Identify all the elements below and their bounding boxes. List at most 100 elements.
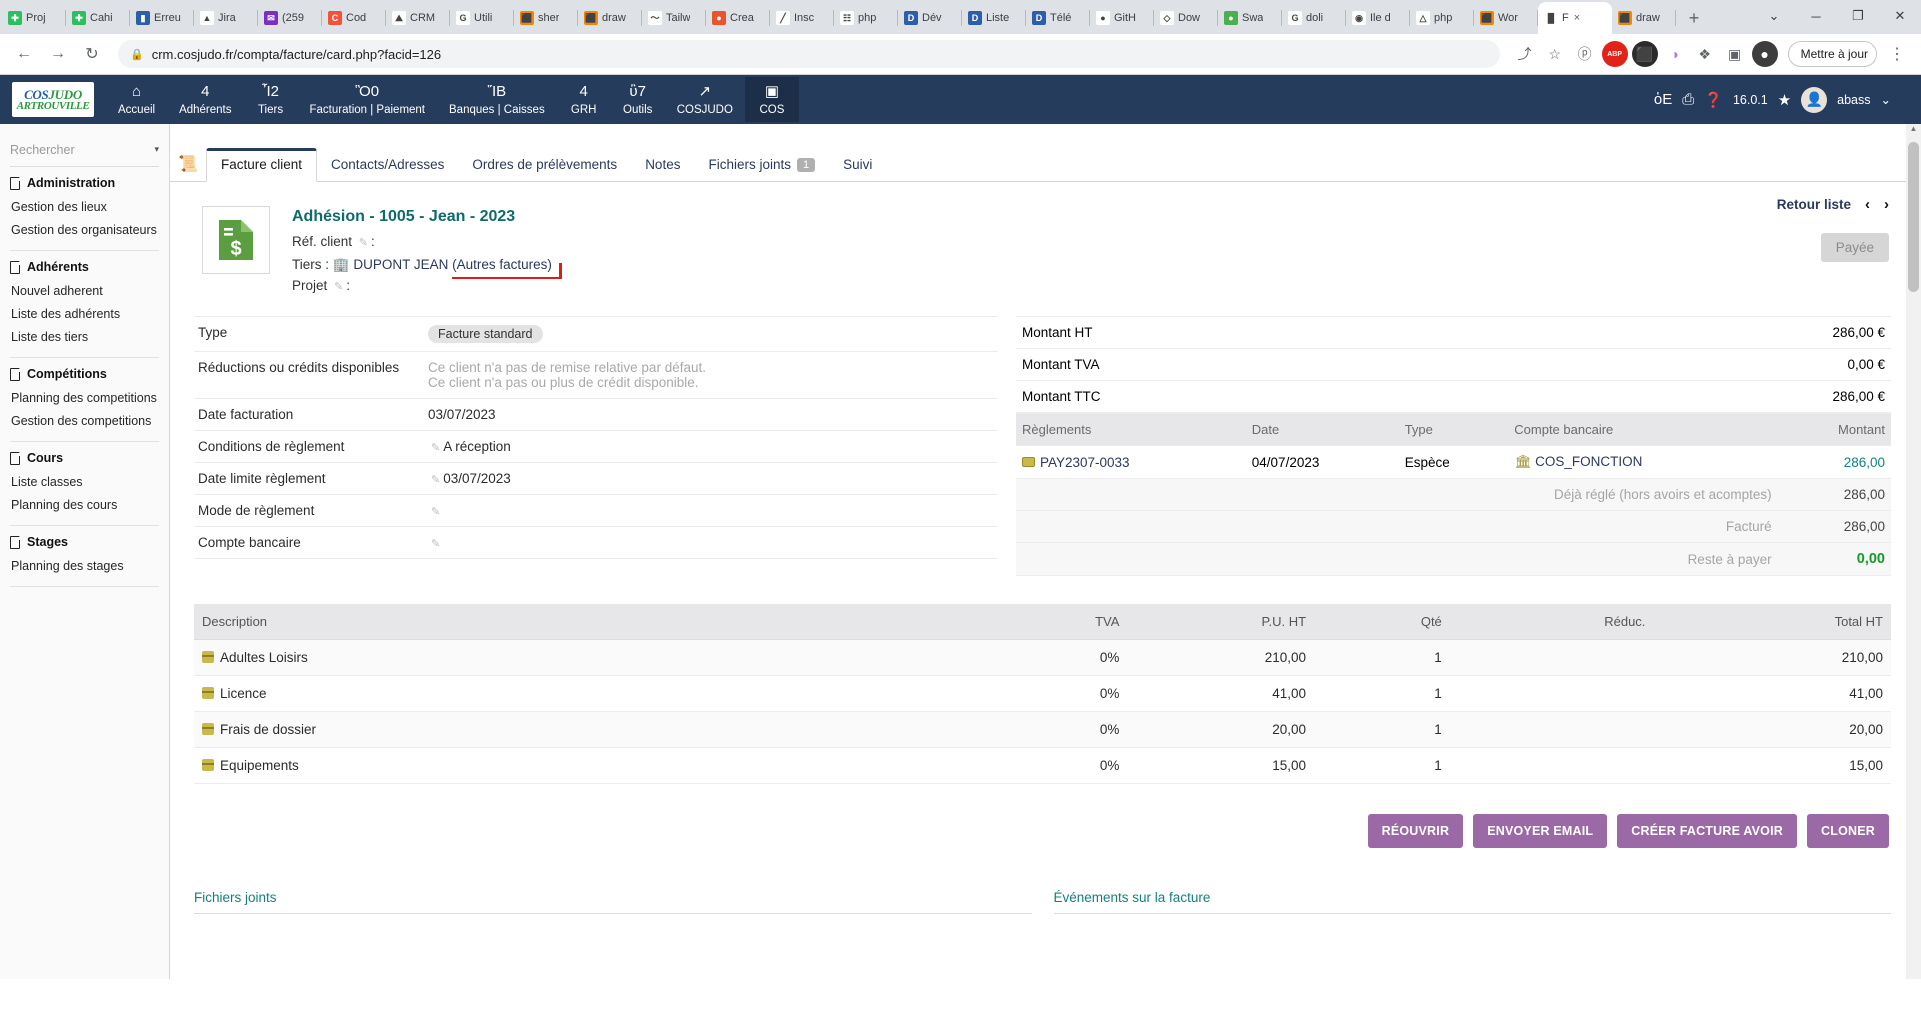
- print-icon[interactable]: ⎙: [1682, 91, 1694, 108]
- browser-tab[interactable]: ⬛ Wor: [1474, 2, 1538, 34]
- nav-item-outils[interactable]: ὒ7 Outils: [611, 77, 665, 122]
- sidebar-item-gestion-des-competitions[interactable]: Gestion des competitions: [10, 410, 159, 433]
- maximize-button[interactable]: ❐: [1837, 2, 1879, 30]
- browser-tab[interactable]: D Télé: [1026, 2, 1090, 34]
- nav-item-banques-caisses[interactable]: ἽB Banques | Caisses: [437, 77, 557, 122]
- tab-ordres-de-pr-l-vements[interactable]: Ordres de prélèvements: [458, 149, 631, 181]
- edit-pencil-icon[interactable]: ✎: [431, 474, 440, 486]
- sidebar-item-planning-des-stages[interactable]: Planning des stages: [10, 555, 159, 578]
- sidebar-item-nouvel-adherent[interactable]: Nouvel adherent: [10, 280, 159, 303]
- minimize-button[interactable]: ─: [1795, 2, 1837, 30]
- réouvrir-button[interactable]: RÉOUVRIR: [1368, 814, 1464, 848]
- sidebar-item-liste-des-tiers[interactable]: Liste des tiers: [10, 326, 159, 349]
- browser-menu-icon[interactable]: ⋮: [1883, 40, 1911, 68]
- browser-tab[interactable]: ▲ Jira: [194, 2, 258, 34]
- sidebar-item-gestion-des-lieux[interactable]: Gestion des lieux: [10, 196, 159, 219]
- profile-avatar-icon[interactable]: ●: [1752, 41, 1778, 67]
- back-icon[interactable]: ←: [10, 40, 38, 68]
- sidebar-item-planning-des-competitions[interactable]: Planning des competitions: [10, 387, 159, 410]
- next-record-icon[interactable]: ›: [1884, 196, 1889, 213]
- autres-factures-link[interactable]: (Autres factures): [452, 257, 552, 272]
- browser-tab[interactable]: 〜 Tailw: [642, 2, 706, 34]
- tab-search-button[interactable]: ⌄: [1753, 2, 1795, 30]
- edit-pencil-icon[interactable]: ✎: [431, 442, 440, 454]
- chevron-down-icon[interactable]: ▾: [154, 144, 159, 155]
- browser-tab[interactable]: D Liste: [962, 2, 1026, 34]
- browser-tab[interactable]: ✚ Proj: [2, 2, 66, 34]
- sidepanel-icon[interactable]: ▣: [1722, 41, 1748, 67]
- adblock-icon[interactable]: ABP: [1602, 41, 1628, 67]
- table-row[interactable]: Equipements 0% 15,00 1 15,00: [194, 748, 1891, 784]
- close-tab-icon[interactable]: ×: [1574, 12, 1580, 24]
- browser-tab[interactable]: ● Crea: [706, 2, 770, 34]
- extensions-puzzle-icon[interactable]: ❖: [1692, 41, 1718, 67]
- créer-facture-avoir-button[interactable]: CRÉER FACTURE AVOIR: [1617, 814, 1797, 848]
- browser-tab[interactable]: ◉ Ile d: [1346, 2, 1410, 34]
- browser-tab[interactable]: ◇ Dow: [1154, 2, 1218, 34]
- table-row[interactable]: Adultes Loisirs 0% 210,00 1 210,00: [194, 640, 1891, 676]
- browser-tab[interactable]: △ php: [1410, 2, 1474, 34]
- evenements-title[interactable]: Événements sur la facture: [1054, 890, 1892, 914]
- browser-tab[interactable]: ☷ php: [834, 2, 898, 34]
- browser-tab[interactable]: ⬛ draw: [1612, 2, 1676, 34]
- browser-tab[interactable]: Gdoli: [1282, 2, 1346, 34]
- help-icon[interactable]: ❓: [1704, 91, 1723, 109]
- bug-icon[interactable]: ὁE: [1654, 91, 1672, 108]
- browser-tab[interactable]: ▮ Erreu: [130, 2, 194, 34]
- tab-fichiers-joints[interactable]: Fichiers joints 1: [694, 149, 829, 181]
- nav-item-grh[interactable]: ὆4 GRH: [557, 77, 611, 122]
- reload-icon[interactable]: ↻: [78, 40, 106, 68]
- bookmark-star-icon[interactable]: ★: [1778, 91, 1791, 109]
- user-menu-caret-icon[interactable]: ⌄: [1881, 92, 1891, 107]
- payment-ref[interactable]: PAY2307-0033: [1040, 455, 1130, 470]
- page-scrollbar[interactable]: ▲: [1906, 124, 1921, 979]
- payment-account[interactable]: COS_FONCTION: [1535, 454, 1642, 469]
- cloner-button[interactable]: CLONER: [1807, 814, 1889, 848]
- extension-lion-icon[interactable]: ⬛: [1632, 41, 1658, 67]
- table-row[interactable]: Licence 0% 41,00 1 41,00: [194, 676, 1891, 712]
- browser-tab[interactable]: ● GitH: [1090, 2, 1154, 34]
- table-row[interactable]: Frais de dossier 0% 20,00 1 20,00: [194, 712, 1891, 748]
- edit-pencil-icon[interactable]: ✎: [334, 281, 343, 293]
- browser-tab[interactable]: ⬛ draw: [578, 2, 642, 34]
- edit-pencil-icon[interactable]: ✎: [359, 237, 368, 249]
- edit-pencil-icon[interactable]: ✎: [431, 506, 440, 518]
- share-icon[interactable]: ⤴: [1512, 41, 1538, 67]
- autres-factures-link-annotated[interactable]: (Autres factures): [452, 254, 552, 275]
- update-browser-button[interactable]: Mettre à jour: [1788, 41, 1877, 67]
- sidebar-item-liste-classes[interactable]: Liste classes: [10, 471, 159, 494]
- envoyer-email-button[interactable]: ENVOYER EMAIL: [1473, 814, 1607, 848]
- forward-icon[interactable]: →: [44, 40, 72, 68]
- app-logo[interactable]: COSJUDO ARTROUVILLE: [12, 82, 94, 117]
- browser-tab[interactable]: G Utili: [450, 2, 514, 34]
- pocket-icon[interactable]: ⓟ: [1572, 41, 1598, 67]
- nav-item-adh-rents[interactable]: ὆4 Adhérents: [167, 77, 243, 122]
- sidebar-item-liste-des-adh-rents[interactable]: Liste des adhérents: [10, 303, 159, 326]
- browser-tab[interactable]: ● Swa: [1218, 2, 1282, 34]
- new-tab-button[interactable]: +: [1680, 4, 1708, 32]
- previous-record-icon[interactable]: ‹: [1865, 196, 1870, 213]
- browser-tab[interactable]: ⛰ CRM: [386, 2, 450, 34]
- nav-item-cosjudo[interactable]: ↗ COSJUDO: [665, 77, 745, 122]
- tab-contacts-adresses[interactable]: Contacts/Adresses: [317, 149, 458, 181]
- avatar[interactable]: 👤: [1801, 87, 1827, 113]
- sidebar-item-planning-des-cours[interactable]: Planning des cours: [10, 494, 159, 517]
- browser-tab[interactable]: D Dév: [898, 2, 962, 34]
- nav-item-accueil[interactable]: ⌂ Accueil: [106, 77, 167, 122]
- scrollbar-thumb[interactable]: [1908, 142, 1919, 292]
- nav-item-facturation-paiement[interactable]: Ὃ0 Facturation | Paiement: [298, 77, 438, 122]
- browser-tab[interactable]: C Cod: [322, 2, 386, 34]
- tiers-value[interactable]: DUPONT JEAN: [353, 257, 448, 272]
- browser-tab[interactable]: █ F ×: [1538, 2, 1612, 34]
- scroll-up-icon[interactable]: ▲: [1908, 124, 1919, 133]
- close-window-button[interactable]: ✕: [1879, 2, 1921, 30]
- nav-item-tiers[interactable]: Ἶ2 Tiers: [244, 77, 298, 122]
- edit-pencil-icon[interactable]: ✎: [431, 538, 440, 550]
- fichiers-joints-title[interactable]: Fichiers joints: [194, 890, 1032, 914]
- browser-tab[interactable]: ⬛ sher: [514, 2, 578, 34]
- nav-item-cos[interactable]: ▣ COS: [745, 77, 799, 122]
- extension-purple-icon[interactable]: ◑: [1662, 41, 1688, 67]
- tab-suivi[interactable]: Suivi: [829, 149, 886, 181]
- sidebar-item-gestion-des-organisateurs[interactable]: Gestion des organisateurs: [10, 219, 159, 242]
- browser-tab[interactable]: ╱ Insc: [770, 2, 834, 34]
